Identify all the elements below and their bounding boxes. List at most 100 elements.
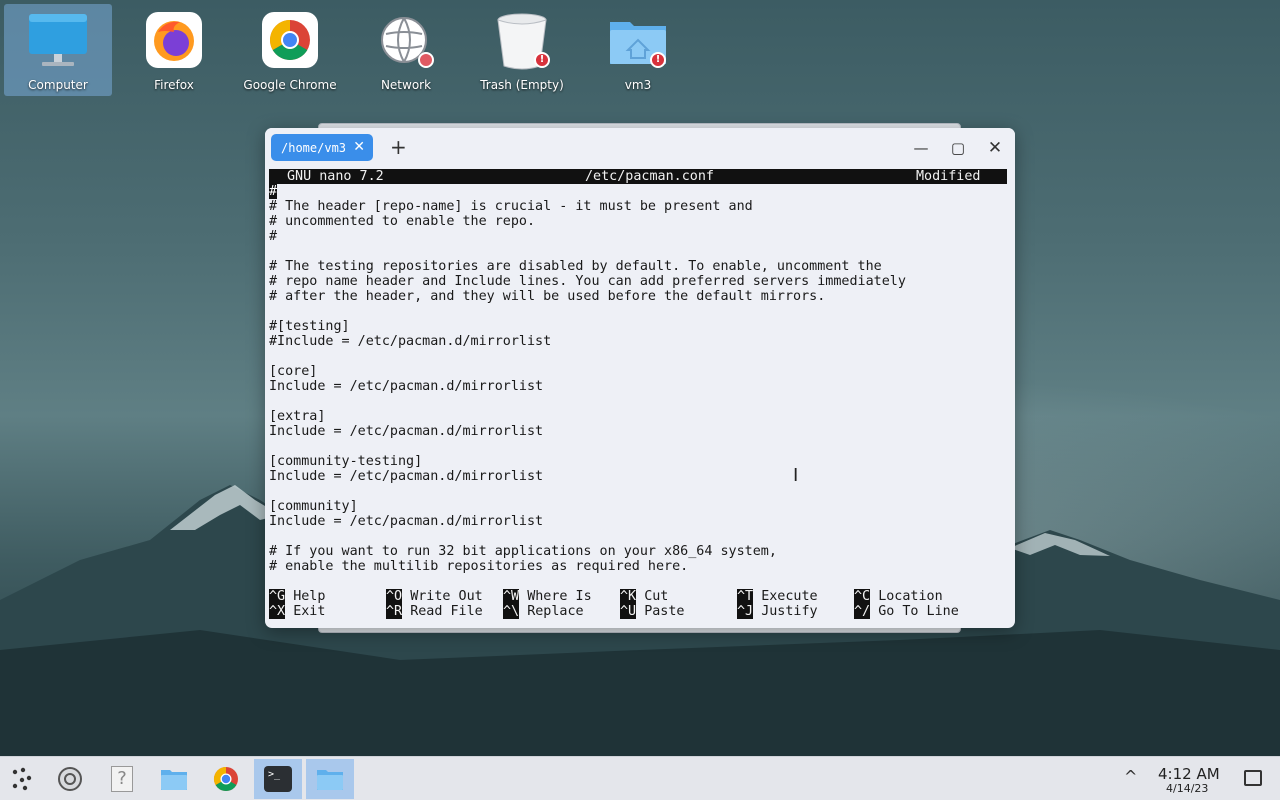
nano-shortcut: ^W Where Is — [503, 589, 592, 604]
system-settings-icon — [58, 767, 82, 791]
nano-line[interactable]: Include = /etc/pacman.d/mirrorlist — [269, 514, 1007, 529]
computer-icon — [28, 10, 88, 70]
tab-close-icon[interactable]: ✕ — [353, 139, 365, 155]
desktop-icon-computer[interactable]: Computer — [4, 4, 112, 96]
nano-shortcut-label: Paste — [644, 604, 685, 619]
taskbar-chrome[interactable] — [204, 759, 248, 799]
nano-line[interactable]: # The header [repo-name] is crucial - it… — [269, 199, 1007, 214]
nano-shortcut-label: Justify — [761, 604, 818, 619]
trash-icon: ! — [492, 10, 552, 70]
nano-line[interactable]: #Include = /etc/pacman.d/mirrorlist — [269, 334, 1007, 349]
nano-shortcut: ^K Cut — [620, 589, 668, 604]
nano-shortcut-key: ^R — [386, 604, 403, 619]
desktop-icon-firefox[interactable]: Firefox — [120, 4, 228, 96]
nano-text-area[interactable]: # The header [repo-name] is crucial - it… — [269, 184, 1007, 574]
chrome-icon — [260, 10, 320, 70]
nano-line[interactable] — [269, 304, 1007, 319]
nano-line[interactable] — [269, 439, 1007, 454]
clock-time[interactable]: 4:12 AM — [1158, 765, 1220, 783]
nano-shortcut-label: Write Out — [410, 589, 483, 604]
nano-shortcut-label: Read File — [410, 604, 483, 619]
nano-line[interactable]: # after the header, and they will be use… — [269, 289, 1007, 304]
nano-line[interactable] — [269, 349, 1007, 364]
nano-line[interactable]: Include = /etc/pacman.d/mirrorlist — [269, 424, 1007, 439]
nano-line[interactable] — [269, 529, 1007, 544]
taskbar-help[interactable]: ? — [100, 759, 144, 799]
terminal-tab[interactable]: /home/vm3 ✕ — [271, 134, 373, 161]
maximize-button[interactable]: ▢ — [945, 136, 971, 160]
nano-line[interactable] — [269, 484, 1007, 499]
nano-shortcut-key: ^O — [386, 589, 403, 604]
nano-shortcut: ^T Execute — [737, 589, 818, 604]
terminal-window[interactable]: /home/vm3 ✕ + — ▢ ✕ GNU nano 7.2 /etc/pa… — [265, 128, 1015, 628]
minimize-button[interactable]: — — [908, 136, 934, 160]
file-manager-icon — [317, 770, 343, 790]
nano-shortcut-key: ^K — [620, 589, 637, 604]
nano-line[interactable]: Include = /etc/pacman.d/mirrorlist — [269, 379, 1007, 394]
nano-modified-status: Modified — [916, 169, 981, 184]
nano-line[interactable]: # uncommented to enable the repo. — [269, 214, 1007, 229]
app-launcher-icon — [12, 767, 32, 791]
nano-shortcut: ^C Location — [854, 589, 943, 604]
nano-shortcut-label: Help — [293, 589, 326, 604]
nano-line[interactable]: # repo name header and Include lines. Yo… — [269, 274, 1007, 289]
nano-shortcut-key: ^\ — [503, 604, 520, 619]
firefox-icon — [144, 10, 204, 70]
nano-shortcut-label: Replace — [527, 604, 584, 619]
nano-shortcut-label: Location — [878, 589, 943, 604]
nano-shortcut: ^J Justify — [737, 604, 818, 619]
nano-line[interactable]: [core] — [269, 364, 1007, 379]
nano-shortcut: ^U Paste — [620, 604, 685, 619]
nano-shortcut-key: ^/ — [854, 604, 871, 619]
terminal-icon: >_ — [264, 766, 292, 792]
nano-line[interactable]: # — [269, 229, 1007, 244]
nano-shortcut-key: ^T — [737, 589, 754, 604]
nano-shortcut-key: ^J — [737, 604, 754, 619]
taskbar-app-launcher[interactable] — [0, 759, 44, 799]
terminal-tab-label: /home/vm3 — [281, 140, 347, 155]
taskbar-file-manager-window[interactable] — [306, 759, 354, 799]
taskbar-file-manager[interactable] — [152, 759, 196, 799]
nano-line[interactable] — [269, 394, 1007, 409]
desktop-icon-label: Google Chrome — [243, 78, 337, 92]
desktop-icon-label: Network — [380, 78, 432, 92]
nano-line[interactable]: #[testing] — [269, 319, 1007, 334]
new-tab-button[interactable]: + — [390, 136, 407, 158]
nano-shortcut: ^/ Go To Line — [854, 604, 959, 619]
nano-line[interactable] — [269, 244, 1007, 259]
tray-expand-icon[interactable]: ^ — [1124, 767, 1137, 786]
nano-editor[interactable]: GNU nano 7.2 /etc/pacman.conf Modified #… — [269, 168, 1009, 624]
desktop-icon-label: vm3 — [624, 78, 652, 92]
terminal-titlebar[interactable]: /home/vm3 ✕ + — ▢ ✕ — [265, 128, 1015, 168]
nano-shortcut: ^\ Replace — [503, 604, 584, 619]
nano-line[interactable]: [community] — [269, 499, 1007, 514]
nano-line[interactable]: Include = /etc/pacman.d/mirrorlist — [269, 469, 1007, 484]
nano-line[interactable]: [extra] — [269, 409, 1007, 424]
taskbar-system-settings[interactable] — [48, 759, 92, 799]
desktop-icon-label: Computer — [28, 78, 88, 92]
network-error-badge — [418, 52, 434, 68]
nano-shortcut-bar: ^G Help ^O Write Out ^W Where Is ^K Cut ^T E… — [269, 589, 1007, 619]
nano-shortcut: ^G Help — [269, 589, 325, 604]
close-button[interactable]: ✕ — [982, 136, 1008, 160]
help-icon: ? — [111, 766, 133, 792]
taskbar: ? >_ ^ 4:12 AM 4/14/23 — [0, 756, 1280, 800]
show-desktop-icon[interactable] — [1244, 770, 1262, 786]
nano-line[interactable]: # The testing repositories are disabled … — [269, 259, 1007, 274]
clock-date[interactable]: 4/14/23 — [1166, 782, 1208, 795]
nano-shortcut: ^X Exit — [269, 604, 325, 619]
nano-line[interactable]: # enable the multilib repositories as re… — [269, 559, 1007, 574]
nano-shortcut-key: ^W — [503, 589, 520, 604]
nano-line[interactable] — [269, 184, 1007, 199]
desktop-icon-trash[interactable]: ! Trash (Empty) — [468, 4, 576, 96]
nano-line[interactable]: [community-testing] — [269, 454, 1007, 469]
nano-line[interactable]: # If you want to run 32 bit applications… — [269, 544, 1007, 559]
desktop-icon-google-chrome[interactable]: Google Chrome — [236, 4, 344, 96]
taskbar-terminal[interactable]: >_ — [254, 759, 302, 799]
desktop-icon-vm3[interactable]: ! vm3 — [584, 4, 692, 96]
nano-shortcut-label: Go To Line — [878, 604, 959, 619]
nano-shortcut-label: Exit — [293, 604, 326, 619]
nano-shortcut: ^R Read File — [386, 604, 483, 619]
network-icon — [376, 10, 436, 70]
desktop-icon-network[interactable]: Network — [352, 4, 460, 96]
